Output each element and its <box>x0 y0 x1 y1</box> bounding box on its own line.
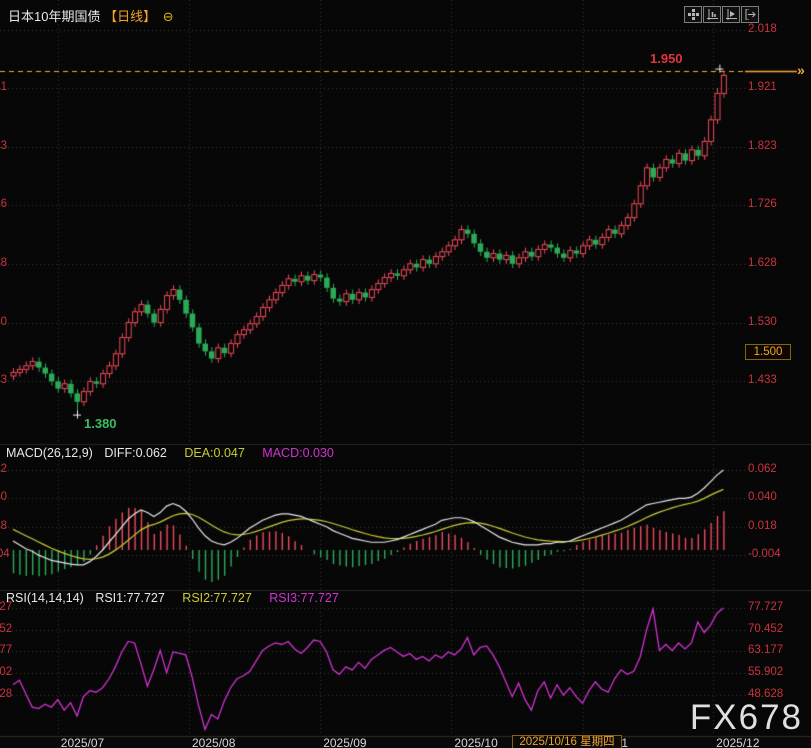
instrument-title: 日本10年期国债 <box>8 9 100 24</box>
axis-label: 1.823 <box>748 140 777 152</box>
axis-label: 1.433 <box>0 374 7 386</box>
fit-screen-icon[interactable] <box>684 6 702 23</box>
time-axis-month-label: 2025/09 <box>323 736 366 748</box>
axis-label: 48.628 <box>0 688 7 700</box>
axis-label: 1.726 <box>0 198 7 210</box>
chart-app: 日本10年期国债 【日线】 ⊖ MACD(26,12,9) DIFF:0.062… <box>0 0 811 748</box>
chart-title-bar: 日本10年期国债 【日线】 ⊖ <box>8 6 174 25</box>
macd-panel-header: MACD(26,12,9) DIFF:0.062 DEA:0.047 MACD:… <box>6 446 334 460</box>
timeframe-label: 【日线】 <box>104 9 156 24</box>
auto-play-icon[interactable] <box>722 6 740 23</box>
axis-label: 55.902 <box>748 666 783 678</box>
axis-label: 1.921 <box>748 81 777 93</box>
axis-label: 1.530 <box>0 316 7 328</box>
axis-label: -0.004 <box>748 548 781 560</box>
time-axis-month-label: 2025/08 <box>192 736 235 748</box>
axis-price-alert-box: 1.500 <box>745 344 791 360</box>
macd-macd-value: MACD:0.030 <box>262 446 334 460</box>
watermark: FX678 <box>690 698 803 738</box>
axis-label: 1.921 <box>0 81 7 93</box>
time-axis-month-label: 2025/07 <box>61 736 104 748</box>
axis-label: 0.062 <box>748 463 777 475</box>
axis-label: 0.040 <box>0 491 7 503</box>
axis-label: 0.040 <box>748 491 777 503</box>
go-to-latest-icon[interactable] <box>741 6 759 23</box>
axis-label: 0.062 <box>0 463 7 475</box>
axis-label: 63.177 <box>748 644 783 656</box>
axis-label: 77.727 <box>748 601 783 613</box>
last-price-arrow-icon: » <box>797 63 805 77</box>
rsi-panel-header: RSI(14,14,14) RSI1:77.727 RSI2:77.727 RS… <box>6 591 339 605</box>
macd-title: MACD(26,12,9) <box>6 446 93 460</box>
axis-label: 2.018 <box>748 23 777 35</box>
low-price-label: 1.380 <box>84 416 117 431</box>
axis-label: 1.628 <box>0 257 7 269</box>
axis-label: 1.628 <box>748 257 777 269</box>
collapse-icon[interactable]: ⊖ <box>163 9 174 24</box>
time-axis-month-label: 2025/10 <box>454 736 497 748</box>
macd-diff-value: DIFF:0.062 <box>104 446 167 460</box>
axis-label: 1.433 <box>748 374 777 386</box>
rsi-title: RSI(14,14,14) <box>6 591 84 605</box>
rsi2-value: RSI2:77.727 <box>182 591 252 605</box>
highlight-date-label: 2025/10/16 星期四 <box>512 735 622 748</box>
axis-label: 1.726 <box>748 198 777 210</box>
rsi1-value: RSI1:77.727 <box>95 591 165 605</box>
candlestick-chart-canvas[interactable] <box>0 0 811 748</box>
axis-label: 70.452 <box>0 623 7 635</box>
axis-label: 63.177 <box>0 644 7 656</box>
axis-scale-icon[interactable] <box>703 6 721 23</box>
axis-label: 0.018 <box>0 520 7 532</box>
axis-label: 55.902 <box>0 666 7 678</box>
axis-label: 0.018 <box>748 520 777 532</box>
chart-toolbar <box>684 6 759 23</box>
macd-dea-value: DEA:0.047 <box>184 446 244 460</box>
axis-label: 1.823 <box>0 140 7 152</box>
rsi3-value: RSI3:77.727 <box>269 591 339 605</box>
axis-label: 1.530 <box>748 316 777 328</box>
high-price-label: 1.950 <box>650 51 683 66</box>
axis-label: -0.004 <box>0 548 7 560</box>
axis-label: 70.452 <box>748 623 783 635</box>
